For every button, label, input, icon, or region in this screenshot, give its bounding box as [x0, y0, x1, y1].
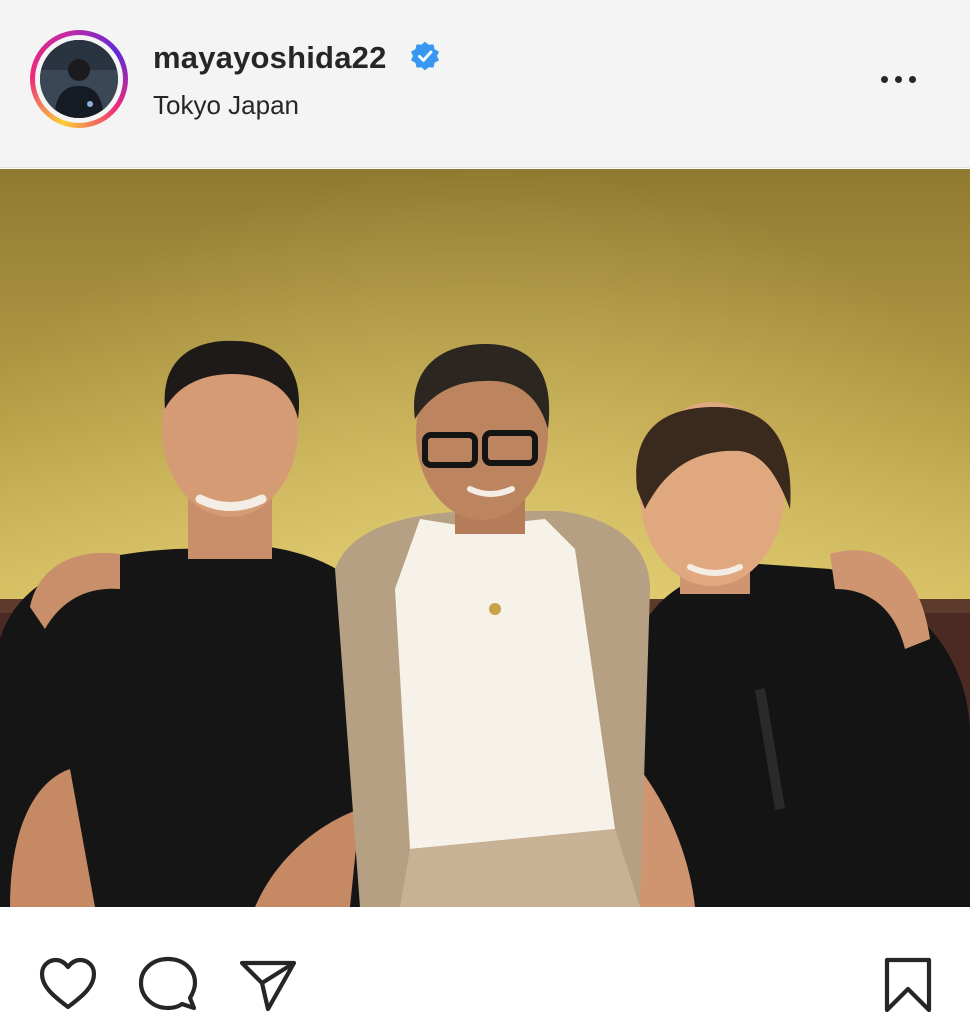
- avatar[interactable]: [40, 40, 118, 118]
- post-photo[interactable]: [0, 169, 970, 907]
- more-options-icon: [878, 75, 919, 83]
- story-ring[interactable]: [30, 30, 128, 128]
- paper-plane-icon[interactable]: [238, 955, 298, 1015]
- action-bar: [0, 907, 970, 1026]
- post-image: [0, 169, 970, 907]
- avatar-border: [35, 35, 123, 123]
- avatar-photo: [40, 40, 118, 118]
- post-header: mayayoshida22 Tokyo Japan: [0, 0, 970, 168]
- location-label[interactable]: Tokyo Japan: [153, 90, 299, 121]
- comment-bubble-icon[interactable]: [138, 955, 198, 1015]
- heart-icon[interactable]: [38, 955, 98, 1015]
- more-options-button[interactable]: [878, 66, 926, 92]
- bookmark-icon[interactable]: [878, 955, 938, 1015]
- verified-badge-icon: [411, 41, 439, 71]
- username[interactable]: mayayoshida22: [153, 40, 387, 76]
